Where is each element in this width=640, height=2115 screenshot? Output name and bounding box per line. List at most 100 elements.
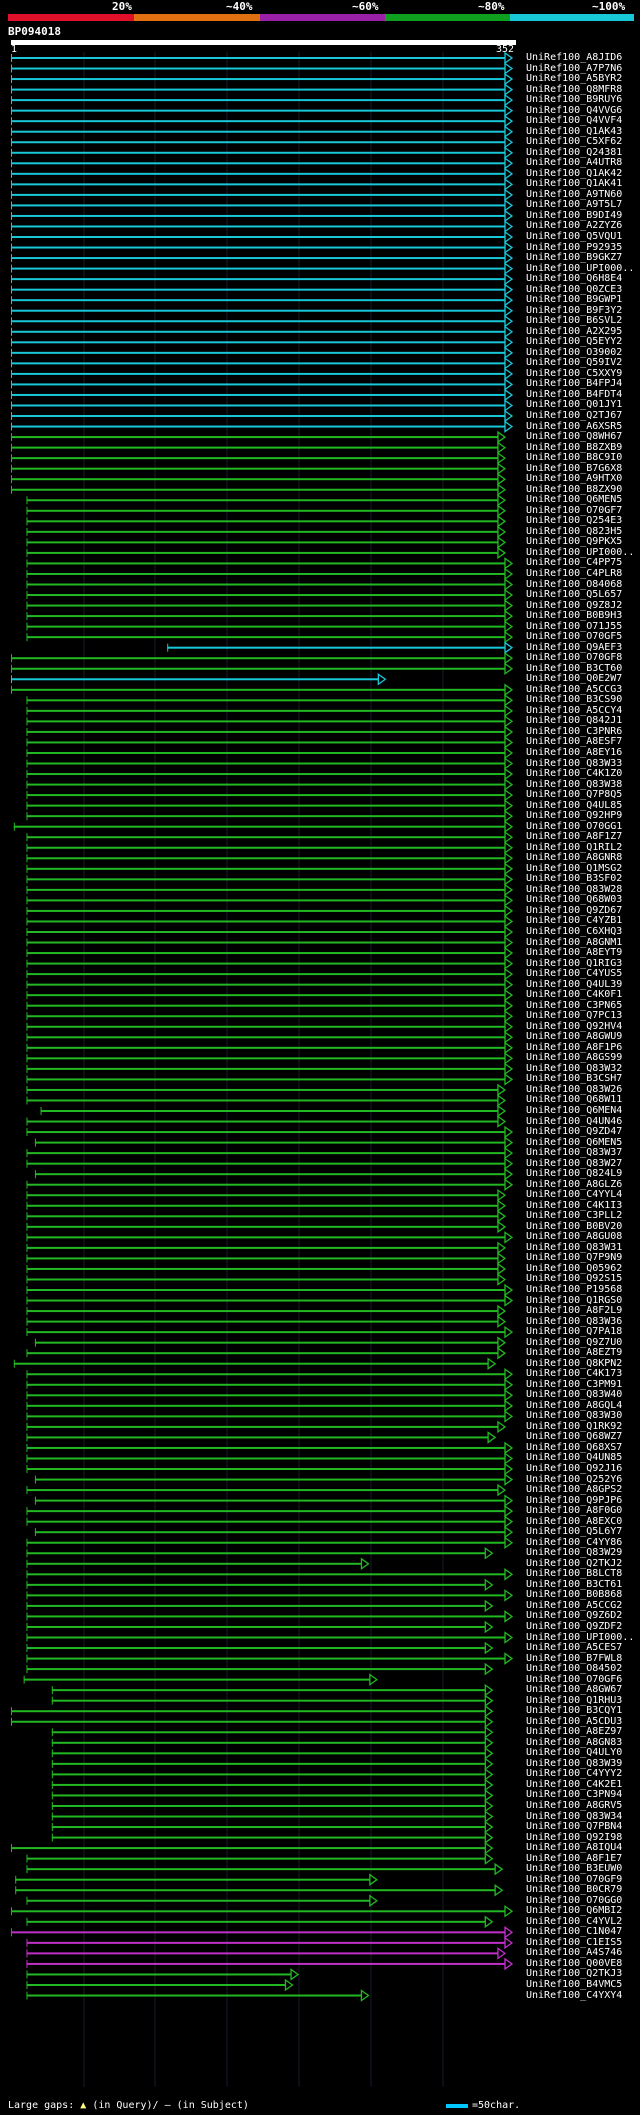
hit-label[interactable]: UniRef100_C3PM91 <box>526 1379 622 1390</box>
hit-label[interactable]: UniRef100_Q9ZDF2 <box>526 1621 622 1632</box>
hit-label[interactable]: UniRef100_O39002 <box>526 347 622 358</box>
hit-label[interactable]: UniRef100_Q254E3 <box>526 515 622 526</box>
hit-label[interactable]: UniRef100_Q7P9N9 <box>526 1252 622 1263</box>
hit-label[interactable]: UniRef100_A8GNM1 <box>526 937 622 948</box>
hit-label[interactable]: UniRef100_C5XXY9 <box>526 368 622 379</box>
hit-label[interactable]: UniRef100_Q83W29 <box>526 1547 622 1558</box>
hit-label[interactable]: UniRef100_Q4UN46 <box>526 1116 622 1127</box>
hit-label[interactable]: UniRef100_A8IQU4 <box>526 1842 622 1853</box>
hit-label[interactable]: UniRef100_Q4VVG6 <box>526 105 622 116</box>
hit-label[interactable]: UniRef100_A5CES7 <box>526 1642 622 1653</box>
hit-label[interactable]: UniRef100_Q6MBI2 <box>526 1905 622 1916</box>
hit-label[interactable]: UniRef100_Q7PC13 <box>526 1010 622 1021</box>
hit-label[interactable]: UniRef100_Q83W26 <box>526 1084 622 1095</box>
hit-label[interactable]: UniRef100_B3EUW0 <box>526 1863 622 1874</box>
hit-label[interactable]: UniRef100_A4UTR8 <box>526 157 622 168</box>
hit-label[interactable]: UniRef100_O70GF8 <box>526 652 622 663</box>
hit-label[interactable]: UniRef100_Q2TJ67 <box>526 410 622 421</box>
hit-label[interactable]: UniRef100_C4PP75 <box>526 557 622 568</box>
hit-label[interactable]: UniRef100_Q9Z6D2 <box>526 1610 622 1621</box>
hit-label[interactable]: UniRef100_C4K1I3 <box>526 1200 622 1211</box>
hit-label[interactable]: UniRef100_O70GF9 <box>526 1874 622 1885</box>
hit-label[interactable]: UniRef100_Q5EYY2 <box>526 336 622 347</box>
hit-label[interactable]: UniRef100_B9GKZ7 <box>526 252 622 263</box>
hit-label[interactable]: UniRef100_Q24381 <box>526 147 622 158</box>
hit-label[interactable]: UniRef100_A8GQL4 <box>526 1400 622 1411</box>
hit-label[interactable]: UniRef100_B9GWP1 <box>526 294 622 305</box>
hit-label[interactable]: UniRef100_O70GF7 <box>526 505 622 516</box>
hit-label[interactable]: UniRef100_B9DI49 <box>526 210 622 221</box>
hit-label[interactable]: UniRef100_A4S746 <box>526 1947 622 1958</box>
hit-label[interactable]: UniRef100_Q68XS7 <box>526 1442 622 1453</box>
hit-label[interactable]: UniRef100_C4K173 <box>526 1368 622 1379</box>
hit-label[interactable]: UniRef100_A9T5L7 <box>526 199 622 210</box>
hit-label[interactable]: UniRef100_Q842J1 <box>526 715 622 726</box>
hit-label[interactable]: UniRef100_Q0E2W7 <box>526 673 622 684</box>
hit-label[interactable]: UniRef100_Q83W33 <box>526 758 622 769</box>
hit-label[interactable]: UniRef100_Q83W34 <box>526 1811 622 1822</box>
hit-label[interactable]: UniRef100_B8LCT8 <box>526 1568 622 1579</box>
hit-label[interactable]: UniRef100_A8GWU9 <box>526 1031 622 1042</box>
hit-label[interactable]: UniRef100_Q1RIL2 <box>526 842 622 853</box>
hit-label[interactable]: UniRef100_C3PLL2 <box>526 1210 622 1221</box>
hit-label[interactable]: UniRef100_C3PN65 <box>526 1000 622 1011</box>
hit-label[interactable]: UniRef100_B9F3Y2 <box>526 305 622 316</box>
hit-label[interactable]: UniRef100_Q9Z7U0 <box>526 1337 622 1348</box>
hit-label[interactable]: UniRef100_A5CCG3 <box>526 684 622 695</box>
hit-label[interactable]: UniRef100_Q1MSG2 <box>526 863 622 874</box>
hit-label[interactable]: UniRef100_A8GW67 <box>526 1684 622 1695</box>
hit-label[interactable]: UniRef100_Q1RIG3 <box>526 958 622 969</box>
hit-label[interactable]: UniRef100_B3CSH7 <box>526 1073 622 1084</box>
hit-label[interactable]: UniRef100_O70GF5 <box>526 631 622 642</box>
hit-label[interactable]: UniRef100_Q8MFR8 <box>526 84 622 95</box>
hit-label[interactable]: UniRef100_O71J55 <box>526 621 622 632</box>
hit-label[interactable]: UniRef100_A8GS99 <box>526 1052 622 1063</box>
hit-label[interactable]: UniRef100_B3SF02 <box>526 873 622 884</box>
hit-label[interactable]: UniRef100_Q824L9 <box>526 1168 622 1179</box>
hit-label[interactable]: UniRef100_Q92HV4 <box>526 1021 622 1032</box>
hit-label[interactable]: UniRef100_C4YXY4 <box>526 1990 622 2001</box>
hit-label[interactable]: UniRef100_A9TN60 <box>526 189 622 200</box>
hit-label[interactable]: UniRef100_Q83W36 <box>526 1316 622 1327</box>
hit-label[interactable]: UniRef100_Q83W38 <box>526 779 622 790</box>
hit-label[interactable]: UniRef100_Q5L6Y7 <box>526 1526 622 1537</box>
hit-label[interactable]: UniRef100_Q92J16 <box>526 1463 622 1474</box>
hit-label[interactable]: UniRef100_A8GRV5 <box>526 1800 622 1811</box>
hit-label[interactable]: UniRef100_Q4VVF4 <box>526 115 622 126</box>
hit-label[interactable]: UniRef100_Q83W31 <box>526 1242 622 1253</box>
hit-label[interactable]: UniRef100_Q5VQU1 <box>526 231 622 242</box>
hit-label[interactable]: UniRef100_A7P7N6 <box>526 63 622 74</box>
hit-label[interactable]: UniRef100_B9RUY6 <box>526 94 622 105</box>
hit-label[interactable]: UniRef100_O70GG0 <box>526 1895 622 1906</box>
hit-label[interactable]: UniRef100_C4K2E1 <box>526 1779 622 1790</box>
hit-label[interactable]: UniRef100_Q5L657 <box>526 589 622 600</box>
hit-label[interactable]: UniRef100_UPI000.. <box>526 547 634 558</box>
hit-label[interactable]: UniRef100_C4YYY2 <box>526 1768 622 1779</box>
hit-label[interactable]: UniRef100_B8C9I0 <box>526 452 622 463</box>
hit-label[interactable]: UniRef100_B0CR79 <box>526 1884 622 1895</box>
hit-label[interactable]: UniRef100_Q1AK42 <box>526 168 622 179</box>
hit-label[interactable]: UniRef100_Q92I98 <box>526 1832 622 1843</box>
hit-label[interactable]: UniRef100_B3CT60 <box>526 663 622 674</box>
hit-label[interactable]: UniRef100_Q83W30 <box>526 1410 622 1421</box>
hit-label[interactable]: UniRef100_Q1RK92 <box>526 1421 622 1432</box>
hit-label[interactable]: UniRef100_C1EIS5 <box>526 1937 622 1948</box>
hit-label[interactable]: UniRef100_Q7PA18 <box>526 1326 622 1337</box>
hit-label[interactable]: UniRef100_A8EZ97 <box>526 1726 622 1737</box>
hit-label[interactable]: UniRef100_A8ESF7 <box>526 736 622 747</box>
hit-label[interactable]: UniRef100_O70GF6 <box>526 1674 622 1685</box>
hit-label[interactable]: UniRef100_Q9PKX5 <box>526 536 622 547</box>
hit-label[interactable]: UniRef100_C4K1Z0 <box>526 768 622 779</box>
hit-label[interactable]: UniRef100_Q8WH67 <box>526 431 622 442</box>
hit-label[interactable]: UniRef100_A5CCY4 <box>526 705 622 716</box>
hit-label[interactable]: UniRef100_Q1RGS0 <box>526 1295 622 1306</box>
hit-label[interactable]: UniRef100_B8ZX90 <box>526 484 622 495</box>
hit-label[interactable]: UniRef100_Q7P8Q5 <box>526 789 622 800</box>
hit-label[interactable]: UniRef100_Q252Y6 <box>526 1474 622 1485</box>
hit-label[interactable]: UniRef100_Q9ZD67 <box>526 905 622 916</box>
hit-label[interactable]: UniRef100_A2ZYZ6 <box>526 220 622 231</box>
hit-label[interactable]: UniRef100_A9HTX0 <box>526 473 622 484</box>
hit-label[interactable]: UniRef100_C4YVL2 <box>526 1916 622 1927</box>
hit-label[interactable]: UniRef100_Q8KPN2 <box>526 1358 622 1369</box>
hit-label[interactable]: UniRef100_O84068 <box>526 579 622 590</box>
